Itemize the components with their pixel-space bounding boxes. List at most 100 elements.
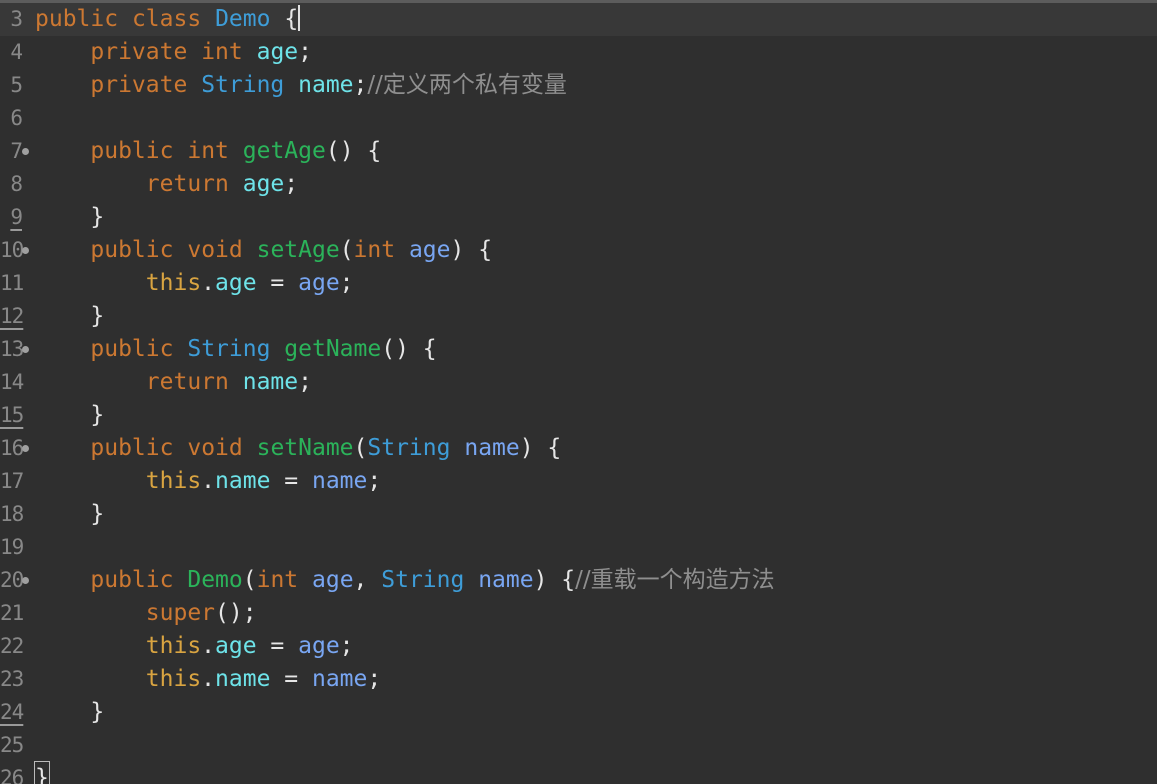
code-token: } [90, 402, 105, 428]
code-token: } [34, 761, 50, 784]
fold-toggle-icon[interactable] [22, 445, 29, 452]
code-line[interactable]: 6 [0, 102, 1157, 135]
code-text: } [35, 300, 104, 333]
code-line[interactable]: 8 return age; [0, 168, 1157, 201]
code-line[interactable]: 11 this.age = age; [0, 267, 1157, 300]
code-text: } [35, 696, 104, 729]
code-line[interactable]: 3 public class Demo { [0, 3, 1157, 36]
code-token: String [367, 435, 451, 461]
code-line[interactable]: 17 this.name = name; [0, 465, 1157, 498]
line-number: 24 [0, 700, 24, 724]
code-line[interactable]: 5 private String name;//定义两个私有变量 [0, 69, 1157, 102]
code-token: } [90, 204, 105, 230]
fold-toggle-icon[interactable] [22, 577, 29, 584]
code-token: age [408, 237, 451, 263]
code-line[interactable]: 25 [0, 729, 1157, 762]
code-token: public [90, 435, 174, 461]
code-editor[interactable]: 3 public class Demo {4 private int age; 5 … [0, 0, 1157, 784]
code-token: ( [242, 567, 257, 593]
line-number: 18 [0, 502, 24, 526]
code-token: ) { [533, 567, 576, 593]
line-number: 12 [0, 304, 24, 328]
code-text: public void setName(String name) { [35, 432, 561, 465]
code-token: ; [298, 369, 312, 395]
code-text: super(); [35, 597, 257, 630]
code-text: public int getAge() { [35, 135, 381, 168]
code-token: public [90, 237, 174, 263]
code-token: int [201, 39, 243, 65]
line-number: 3 [10, 7, 23, 31]
fold-toggle-icon[interactable] [22, 148, 29, 155]
code-line[interactable]: 10 public void setAge(int age) { [0, 234, 1157, 267]
code-token: age [298, 633, 340, 659]
code-line[interactable]: 22 this.age = age; [0, 630, 1157, 663]
code-line[interactable]: 14 return name; [0, 366, 1157, 399]
code-text: return name; [35, 366, 312, 399]
line-number: 16 [0, 436, 24, 460]
code-line[interactable]: 16 public void setName(String name) { [0, 432, 1157, 465]
code-line[interactable]: 9 } [0, 201, 1157, 234]
code-token: name [464, 435, 520, 461]
code-token: = [270, 468, 312, 494]
code-token: } [90, 501, 105, 527]
code-token: return [145, 171, 229, 197]
line-number: 14 [0, 370, 24, 394]
code-token: = [256, 633, 299, 659]
code-token: } [90, 303, 105, 329]
code-token: . [201, 666, 216, 692]
code-line[interactable]: 24 } [0, 696, 1157, 729]
fold-toggle-icon[interactable] [22, 346, 29, 353]
code-line[interactable]: 12 } [0, 300, 1157, 333]
code-token: = [256, 270, 299, 296]
code-token: setAge [256, 237, 340, 263]
code-line[interactable]: 19 [0, 531, 1157, 564]
code-token: Demo [187, 567, 243, 593]
line-number: 8 [10, 172, 23, 196]
code-token: setName [256, 435, 354, 461]
code-line[interactable]: 23 this.name = name; [0, 663, 1157, 696]
code-token: public [35, 6, 119, 32]
code-line[interactable]: 20 public Demo(int age, String name) {//… [0, 564, 1157, 597]
line-number: 19 [0, 535, 24, 559]
code-line[interactable]: 15 } [0, 399, 1157, 432]
code-line[interactable]: 13 public String getName() { [0, 333, 1157, 366]
code-token: ( [353, 435, 368, 461]
code-token: . [201, 633, 216, 659]
code-token: () { [381, 336, 437, 362]
code-token: name [311, 666, 368, 692]
code-token: String [187, 336, 271, 362]
code-token: String [201, 72, 285, 98]
code-line[interactable]: 18 } [0, 498, 1157, 531]
code-token: { [284, 6, 299, 32]
code-line[interactable]: 4 private int age; [0, 36, 1157, 69]
fold-toggle-icon[interactable] [22, 247, 29, 254]
code-token: age [256, 39, 299, 65]
code-line[interactable]: 21 super(); [0, 597, 1157, 630]
code-line[interactable]: 26} [0, 761, 1157, 784]
code-token: ; [339, 633, 354, 659]
code-line[interactable]: 7 public int getAge() { [0, 135, 1157, 168]
code-text: } [35, 399, 104, 432]
code-text: this.name = name; [35, 465, 381, 498]
line-number: 9 [10, 205, 23, 229]
